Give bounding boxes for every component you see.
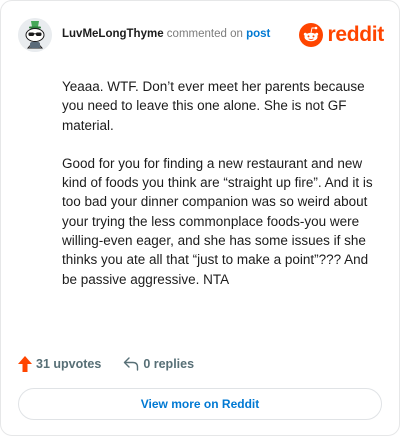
comment-header: LuvMeLongThyme commented on post reddit (18, 18, 384, 52)
comment-paragraph: Yeaaa. WTF. Don’t ever meet her parents … (62, 79, 365, 133)
username-link[interactable]: LuvMeLongThyme (62, 28, 164, 40)
snoo-avatar-icon[interactable] (18, 18, 52, 52)
upvote-button[interactable]: 31 upvotes (18, 356, 101, 372)
reply-count: 0 replies (143, 357, 195, 371)
reply-arrow-icon (124, 357, 139, 371)
post-link[interactable]: post (246, 28, 270, 40)
comment-paragraph: Good for you for finding a new restauran… (62, 155, 373, 287)
reddit-alien-icon (299, 23, 324, 47)
comment-body: Yeaaa. WTF. Don’t ever meet her parents … (62, 77, 384, 308)
replies-button[interactable]: 0 replies (123, 357, 194, 371)
view-more-button[interactable]: View more on Reddit (18, 388, 382, 420)
commented-on-label: commented on (166, 28, 243, 40)
comment-card: LuvMeLongThyme commented on post reddit … (0, 0, 400, 436)
reddit-wordmark: reddit (327, 23, 384, 46)
comment-actions: 31 upvotes 0 replies (18, 354, 216, 374)
upvote-count: 31 upvotes (36, 357, 102, 371)
upvote-arrow-icon (18, 356, 32, 372)
comment-meta: LuvMeLongThyme commented on post (62, 27, 270, 41)
reddit-logo[interactable]: reddit (299, 22, 384, 48)
